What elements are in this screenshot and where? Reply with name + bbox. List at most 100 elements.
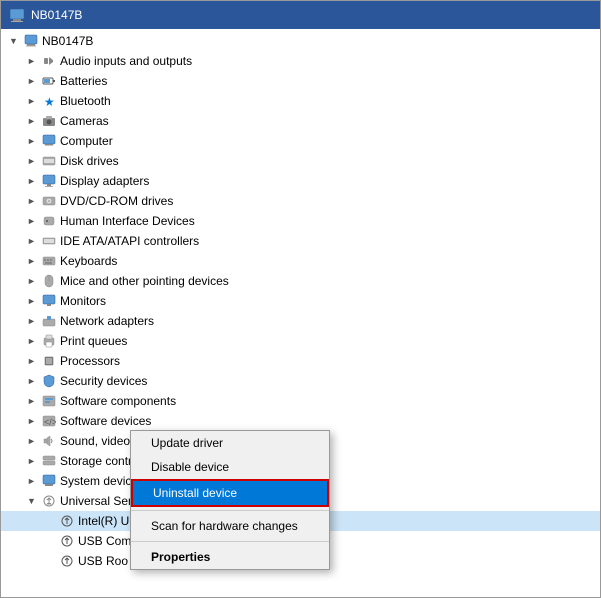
label-bluetooth: Bluetooth — [60, 94, 111, 108]
icon-diskdrives — [41, 153, 57, 169]
expander-displayadapters[interactable]: ► — [27, 176, 41, 186]
icon-softwarecomp — [41, 393, 57, 409]
label-cameras: Cameras — [60, 114, 109, 128]
tree-item-bluetooth[interactable]: ►★ Bluetooth — [1, 91, 600, 111]
icon-audio — [41, 53, 57, 69]
icon-monitors — [41, 293, 57, 309]
label-usbroo: USB Roo — [78, 554, 128, 568]
icon-processors — [41, 353, 57, 369]
expander-cameras[interactable]: ► — [27, 116, 41, 126]
icon-mice — [41, 273, 57, 289]
expander-bluetooth[interactable]: ► — [27, 96, 41, 106]
tree-item-hid[interactable]: ► Human Interface Devices — [1, 211, 600, 231]
label-softwaredev: Software devices — [60, 414, 151, 428]
tree-item-ide[interactable]: ► IDE ATA/ATAPI controllers — [1, 231, 600, 251]
icon-displayadapters — [41, 173, 57, 189]
icon-systemdev — [41, 473, 57, 489]
title-icon — [9, 7, 25, 23]
expander-batteries[interactable]: ► — [27, 76, 41, 86]
menu-item-update-driver[interactable]: Update driver — [131, 431, 329, 455]
expander-audio[interactable]: ► — [27, 56, 41, 66]
expander-root[interactable]: ▼ — [9, 36, 23, 46]
tree-item-softwaredev[interactable]: ►</> Software devices — [1, 411, 600, 431]
label-softwarecomp: Software components — [60, 394, 176, 408]
title-text: NB0147B — [31, 8, 82, 22]
label-keyboards: Keyboards — [60, 254, 117, 268]
label-batteries: Batteries — [60, 74, 107, 88]
label-computer: Computer — [60, 134, 113, 148]
expander-keyboards[interactable]: ► — [27, 256, 41, 266]
tree-item-root[interactable]: ▼ NB0147B — [1, 31, 600, 51]
icon-storage — [41, 453, 57, 469]
label-mice: Mice and other pointing devices — [60, 274, 229, 288]
label-displayadapters: Display adapters — [60, 174, 149, 188]
label-root: NB0147B — [42, 34, 93, 48]
expander-ide[interactable]: ► — [27, 236, 41, 246]
expander-security[interactable]: ► — [27, 376, 41, 386]
tree-item-cameras[interactable]: ► Cameras — [1, 111, 600, 131]
expander-hid[interactable]: ► — [27, 216, 41, 226]
menu-item-disable-device[interactable]: Disable device — [131, 455, 329, 479]
expander-monitors[interactable]: ► — [27, 296, 41, 306]
menu-item-properties[interactable]: Properties — [131, 545, 329, 569]
icon-root — [23, 33, 39, 49]
icon-usbcom — [59, 533, 75, 549]
icon-keyboards — [41, 253, 57, 269]
tree-item-monitors[interactable]: ►Monitors — [1, 291, 600, 311]
icon-usbroo — [59, 553, 75, 569]
icon-intel — [59, 513, 75, 529]
label-ide: IDE ATA/ATAPI controllers — [60, 234, 199, 248]
label-network: Network adapters — [60, 314, 154, 328]
tree-item-network[interactable]: ► Network adapters — [1, 311, 600, 331]
icon-network — [41, 313, 57, 329]
tree-item-security[interactable]: ► Security devices — [1, 371, 600, 391]
expander-network[interactable]: ► — [27, 316, 41, 326]
label-processors: Processors — [60, 354, 120, 368]
menu-separator — [131, 510, 329, 511]
expander-usb[interactable]: ▼ — [27, 496, 41, 506]
label-hid: Human Interface Devices — [60, 214, 195, 228]
tree-item-displayadapters[interactable]: ► Display adapters — [1, 171, 600, 191]
expander-dvd[interactable]: ► — [27, 196, 41, 206]
context-menu: Update driverDisable deviceUninstall dev… — [130, 430, 330, 570]
expander-systemdev[interactable]: ► — [27, 476, 41, 486]
expander-storage[interactable]: ► — [27, 456, 41, 466]
device-manager-window: NB0147B ▼NB0147B►Audio inputs and output… — [0, 0, 601, 598]
expander-mice[interactable]: ► — [27, 276, 41, 286]
tree-item-computer[interactable]: ► Computer — [1, 131, 600, 151]
label-audio: Audio inputs and outputs — [60, 54, 192, 68]
icon-batteries — [41, 73, 57, 89]
svg-text:</>: </> — [44, 417, 56, 427]
icon-bluetooth: ★ — [41, 93, 57, 109]
icon-printqueues — [41, 333, 57, 349]
icon-computer — [41, 133, 57, 149]
icon-ide — [41, 233, 57, 249]
icon-dvd — [41, 193, 57, 209]
tree-item-batteries[interactable]: ► Batteries — [1, 71, 600, 91]
expander-sound[interactable]: ► — [27, 436, 41, 446]
icon-sound — [41, 433, 57, 449]
menu-item-uninstall-device[interactable]: Uninstall device — [131, 479, 329, 507]
expander-processors[interactable]: ► — [27, 356, 41, 366]
expander-softwarecomp[interactable]: ► — [27, 396, 41, 406]
tree-item-diskdrives[interactable]: ►Disk drives — [1, 151, 600, 171]
tree-item-keyboards[interactable]: ► Keyboards — [1, 251, 600, 271]
label-printqueues: Print queues — [60, 334, 127, 348]
svg-text:★: ★ — [44, 95, 55, 108]
tree-item-audio[interactable]: ► Audio inputs and outputs — [1, 51, 600, 71]
label-security: Security devices — [60, 374, 147, 388]
tree-item-processors[interactable]: ► Processors — [1, 351, 600, 371]
icon-security — [41, 373, 57, 389]
icon-cameras — [41, 113, 57, 129]
tree-item-mice[interactable]: ► Mice and other pointing devices — [1, 271, 600, 291]
title-bar: NB0147B — [1, 1, 600, 29]
tree-item-softwarecomp[interactable]: ► Software components — [1, 391, 600, 411]
expander-computer[interactable]: ► — [27, 136, 41, 146]
menu-separator — [131, 541, 329, 542]
tree-item-dvd[interactable]: ►DVD/CD-ROM drives — [1, 191, 600, 211]
expander-printqueues[interactable]: ► — [27, 336, 41, 346]
menu-item-scan[interactable]: Scan for hardware changes — [131, 514, 329, 538]
tree-item-printqueues[interactable]: ► Print queues — [1, 331, 600, 351]
expander-diskdrives[interactable]: ► — [27, 156, 41, 166]
expander-softwaredev[interactable]: ► — [27, 416, 41, 426]
